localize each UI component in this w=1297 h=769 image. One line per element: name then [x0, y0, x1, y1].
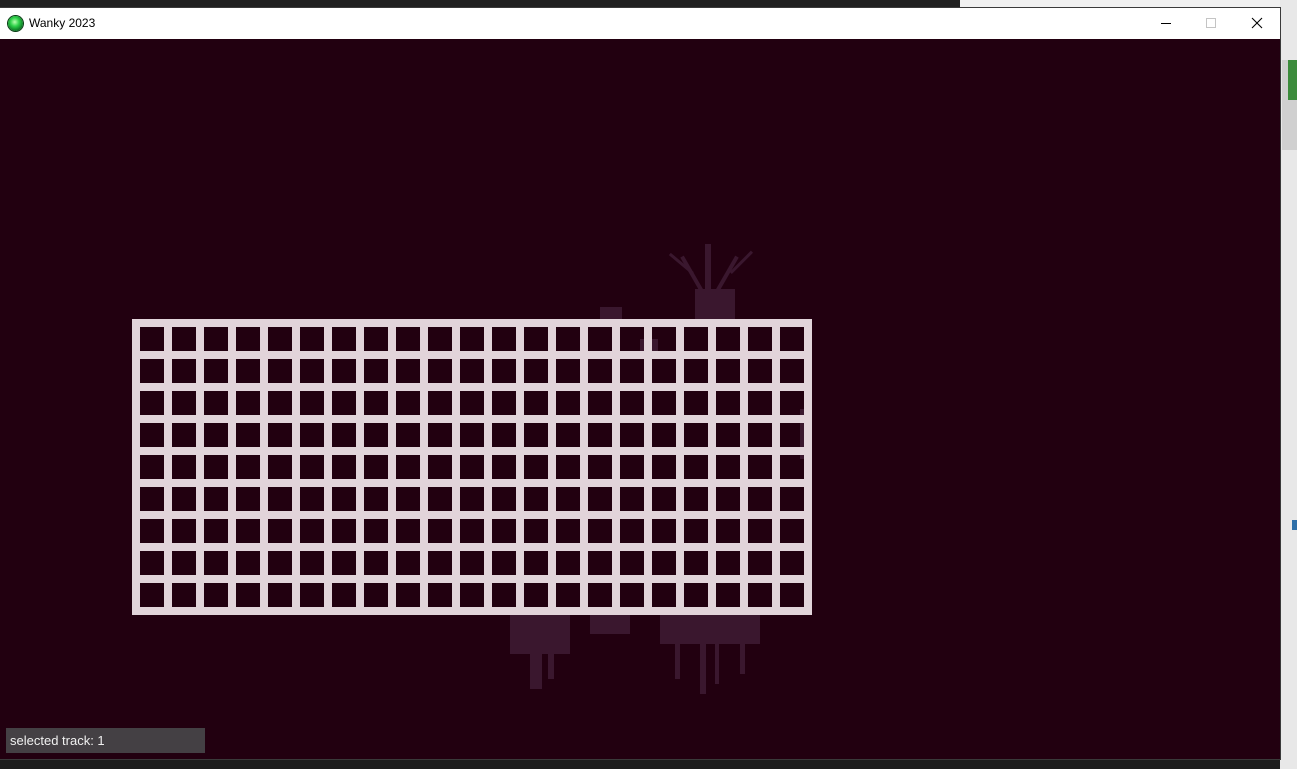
close-button[interactable] — [1234, 8, 1280, 38]
grid-column-line — [388, 319, 396, 615]
game-canvas[interactable]: selected track: 1 — [0, 39, 1280, 759]
grid-column-line — [356, 319, 364, 615]
grid-row-line — [132, 479, 812, 487]
grid-column-line — [164, 319, 172, 615]
grid-column-line — [708, 319, 716, 615]
track-grid[interactable] — [132, 319, 812, 615]
grid-column-line — [228, 319, 236, 615]
grid-row-line — [132, 447, 812, 455]
minimize-button[interactable] — [1143, 8, 1189, 38]
window-title: Wanky 2023 — [29, 16, 96, 30]
app-orb-icon — [8, 16, 23, 31]
grid-column-line — [516, 319, 524, 615]
grid-column-line — [484, 319, 492, 615]
grid-column-line — [676, 319, 684, 615]
grid-column-line — [580, 319, 588, 615]
grid-row-line — [132, 607, 812, 615]
grid-column-line — [132, 319, 140, 615]
grid-column-line — [452, 319, 460, 615]
grid-column-line — [196, 319, 204, 615]
background-window-accent — [1288, 60, 1297, 100]
grid-row-line — [132, 383, 812, 391]
grid-row-line — [132, 543, 812, 551]
minimize-icon — [1161, 23, 1171, 24]
grid-row-line — [132, 511, 812, 519]
status-bar: selected track: 1 — [6, 728, 205, 753]
background-window-sliver — [1280, 0, 1297, 769]
grid-column-line — [772, 319, 780, 615]
grid-column-line — [804, 319, 812, 615]
grid-column-line — [612, 319, 620, 615]
maximize-button[interactable] — [1188, 8, 1234, 38]
title-bar[interactable]: Wanky 2023 — [0, 8, 1280, 39]
grid-column-line — [420, 319, 428, 615]
grid-column-line — [548, 319, 556, 615]
grid-row-line — [132, 575, 812, 583]
grid-row-line — [132, 351, 812, 359]
grid-row-line — [132, 319, 812, 327]
maximize-icon — [1206, 18, 1216, 28]
grid-column-line — [644, 319, 652, 615]
grid-row-line — [132, 415, 812, 423]
close-icon — [1251, 17, 1263, 29]
background-window-accent-blue — [1292, 520, 1297, 530]
grid-column-line — [740, 319, 748, 615]
grid-column-line — [292, 319, 300, 615]
grid-column-line — [324, 319, 332, 615]
app-window: Wanky 2023 selected track: 1 — [0, 8, 1280, 759]
grid-column-line — [260, 319, 268, 615]
